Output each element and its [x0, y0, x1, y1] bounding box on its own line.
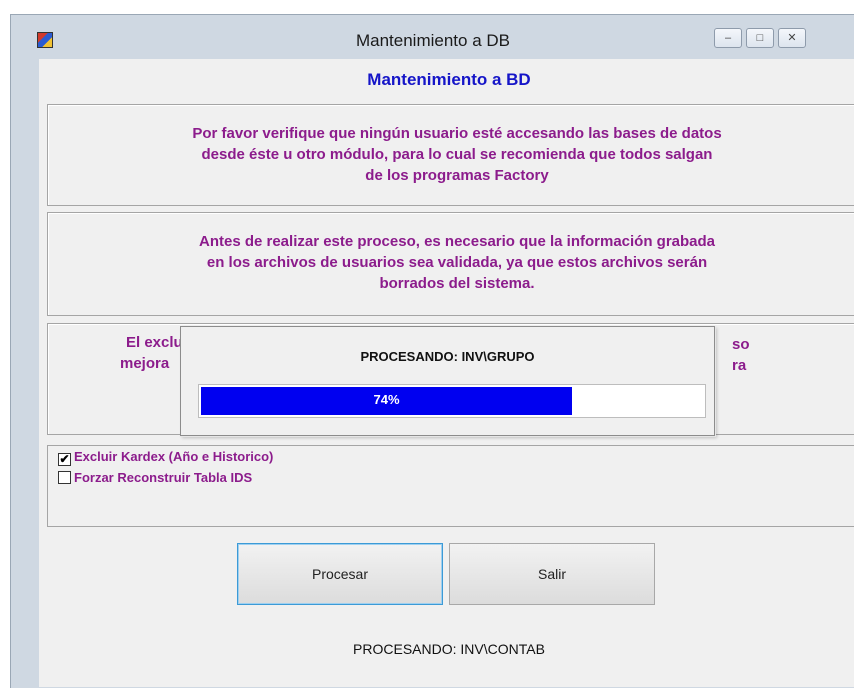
warning-panel-2: Antes de realizar este proceso, es neces… — [47, 212, 854, 316]
info-text-right-1: so — [732, 336, 750, 353]
progress-bar: 74% — [198, 384, 706, 418]
options-group: ✔ Excluir Kardex (Año e Historico) Forzar… — [47, 445, 854, 527]
option-label: Forzar Reconstruir Tabla IDS — [74, 470, 253, 485]
page-title: Mantenimiento a BD — [367, 70, 531, 89]
progress-label: PROCESANDO: INV\GRUPO — [360, 349, 535, 364]
option-label: Excluir Kardex (Año e Historico) — [74, 449, 274, 464]
minimize-icon[interactable]: – — [714, 28, 742, 48]
procesar-button[interactable]: Procesar — [237, 543, 443, 605]
status-text: PROCESANDO: INV\CONTAB — [353, 641, 545, 657]
salir-button[interactable]: Salir — [449, 543, 655, 605]
warning-text-1: Por favor verifique que ningún usuario e… — [192, 125, 722, 184]
title-bar[interactable]: Mantenimiento a DB – □ ✕ — [11, 15, 854, 59]
maximize-icon[interactable]: □ — [746, 28, 774, 48]
warning-text-2: Antes de realizar este proceso, es neces… — [198, 233, 716, 292]
progress-percent: 74% — [373, 392, 400, 407]
warning-panel-1: Por favor verifique que ningún usuario e… — [47, 104, 854, 206]
option-excluir-kardex[interactable]: ✔ Excluir Kardex (Año e Historico) — [58, 449, 273, 466]
checkbox-checked[interactable]: ✔ — [58, 453, 71, 466]
close-icon[interactable]: ✕ — [778, 28, 806, 48]
info-text-left-1: El exclu — [126, 334, 183, 351]
progress-dialog: PROCESANDO: INV\GRUPO 74% — [180, 326, 715, 436]
option-forzar-ids[interactable]: Forzar Reconstruir Tabla IDS — [58, 470, 252, 485]
info-text-right-2: ra — [732, 357, 747, 374]
info-text-left-2: mejora — [120, 355, 170, 372]
checkbox-unchecked[interactable] — [58, 471, 71, 484]
